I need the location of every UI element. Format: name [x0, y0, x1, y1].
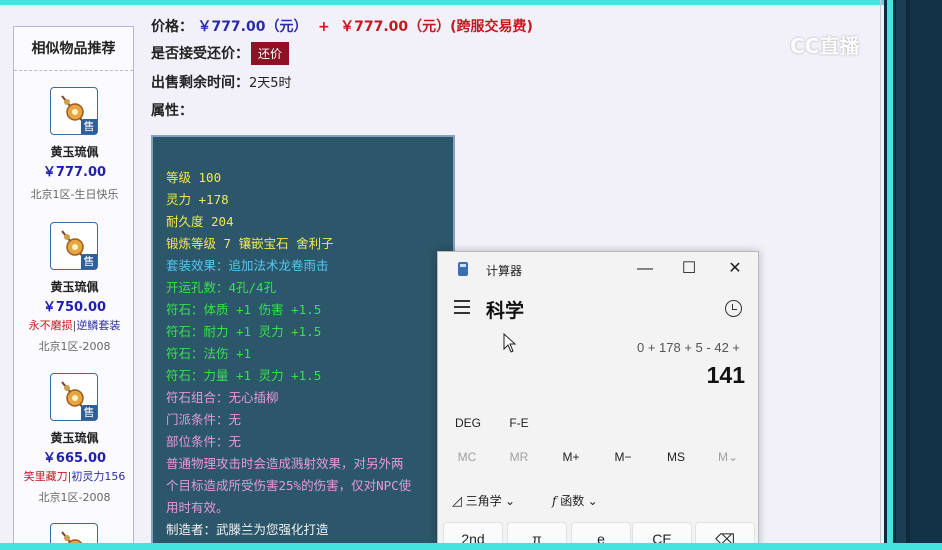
attribute-line: 开运孔数：4孔/4孔 — [166, 280, 277, 295]
sell-tag: 售 — [81, 119, 97, 134]
calculator-mode: 科学 — [486, 301, 525, 322]
calculator-result: 141 — [706, 362, 745, 388]
price-label: 价格： — [151, 19, 193, 35]
chevron-down-icon: ⌄ — [584, 494, 598, 508]
item-attributes-panel: 等级 100 灵力 +178 耐久度 204 锻炼等级 7 镶嵌宝石 舍利子 套装效果：… — [151, 135, 455, 545]
calculator-window[interactable]: 计算器 — ☐ ✕ 科学 0 + 178 + 5 - 42 + 141 DEG … — [437, 251, 759, 550]
menu-icon[interactable] — [454, 300, 470, 314]
bargain-button[interactable]: 还价 — [251, 42, 290, 65]
attribute-lines: 等级 100 灵力 +178 耐久度 204 锻炼等级 7 镶嵌宝石 舍利子 套装效果：… — [166, 167, 453, 543]
item-price: ￥750.00 — [42, 300, 107, 315]
item-tag: 逆鳞套装 — [76, 319, 121, 332]
calculator-expression: 0 + 178 + 5 - 42 + — [637, 340, 740, 355]
item-tag: 初灵力156 — [71, 470, 126, 483]
pendant-icon[interactable]: 售 — [50, 222, 98, 270]
cross-server-fee: ￥777.00（元）(跨服交易费) — [340, 19, 533, 35]
item-price: ￥777.00 — [42, 165, 107, 180]
sell-tag: 售 — [81, 405, 97, 420]
item-name[interactable]: 黄玉琉佩 — [14, 278, 135, 295]
close-icon[interactable]: ✕ — [720, 257, 750, 281]
item-tags: 永不磨损|逆鳞套装 — [28, 319, 121, 332]
trig-label: 三角学 — [465, 494, 502, 508]
item-name[interactable]: 黄玉琉佩 — [14, 429, 135, 446]
attribute-line: 用时有效。 — [166, 500, 229, 515]
triangle-icon: ◿ — [452, 493, 466, 508]
memory-subtract-button[interactable]: M− — [603, 450, 643, 464]
calculator-app-icon — [458, 262, 468, 276]
trig-dropdown[interactable]: ◿ 三角学 ⌄ — [452, 492, 515, 509]
attribute-line: 灵力 +178 — [166, 192, 229, 207]
memory-store-button[interactable]: MS — [656, 450, 696, 464]
chevron-down-icon: ⌄ — [501, 494, 516, 508]
attribute-line: 个目标造成所受伤害25%的伤害，仅对NPC使 — [166, 478, 412, 493]
item-server: 北京1区-2008 — [38, 491, 111, 504]
time-row: 出售剩余时间：2天5时 — [151, 72, 292, 92]
attribute-line: 符石：体质 +1 伤害 +1.5 — [166, 302, 322, 317]
price-value: ￥777.00（元） — [197, 19, 308, 35]
item-tag: 笑里藏刀 — [23, 470, 68, 483]
item-name[interactable]: 黄玉琉佩 — [14, 143, 135, 160]
memory-recall-button[interactable]: MR — [499, 450, 539, 464]
sell-tag: 售 — [81, 254, 97, 269]
item-tags: 笑里藏刀|初灵力156 — [23, 470, 126, 483]
bargain-row: 是否接受还价： 还价 — [151, 42, 290, 65]
attribute-line: 符石：法伤 +1 — [166, 346, 252, 361]
item-price: ￥665.00 — [42, 451, 107, 466]
cursor-icon — [503, 333, 517, 353]
memory-list-button[interactable]: M⌄ — [708, 450, 748, 464]
attribute-line: 锻炼等级 7 镶嵌宝石 舍利子 — [166, 236, 334, 251]
attribute-line: 符石组合：无心插柳 — [166, 390, 279, 405]
item-server: 北京1区-2008 — [38, 340, 111, 353]
item-server: 北京1区-生日快乐 — [30, 188, 119, 201]
bargain-label: 是否接受还价： — [151, 46, 249, 62]
right-panel — [884, 0, 942, 550]
price-plus: + — [317, 19, 330, 35]
attribute-line: 部位条件：无 — [166, 434, 242, 449]
maximize-icon[interactable]: ☐ — [674, 257, 704, 281]
memory-clear-button[interactable]: MC — [447, 450, 487, 464]
item-tag: 永不磨损 — [28, 319, 73, 332]
minimize-icon[interactable]: — — [630, 257, 660, 281]
calculator-title: 计算器 — [486, 264, 523, 278]
attribute-line: 符石：耐力 +1 灵力 +1.5 — [166, 324, 322, 339]
watermark-logo: CC直播 — [790, 34, 860, 58]
attribute-line: 套装效果：追加法术龙卷雨击 — [166, 258, 329, 273]
attr-label: 属性： — [151, 103, 193, 119]
attribute-line: 耐久度 204 — [166, 214, 234, 229]
pendant-icon[interactable]: 售 — [50, 373, 98, 421]
history-icon[interactable] — [725, 300, 742, 317]
function-dropdown[interactable]: f 函数 ⌄ — [552, 492, 598, 509]
similar-items-sidebar: 相似物品推荐 售 黄玉琉佩 ￥777.00 北京1区-生日快乐 售 黄玉琉佩 ￥… — [13, 26, 134, 550]
attribute-line: 普通物理攻击时会造成溅射效果，对另外两 — [166, 456, 404, 471]
attribute-line: 符石：力量 +1 灵力 +1.5 — [166, 368, 322, 383]
attribute-line: 等级 100 — [166, 170, 222, 185]
time-value: 2天5时 — [249, 76, 292, 91]
fe-button[interactable]: F-E — [499, 416, 539, 430]
deg-button[interactable]: DEG — [448, 416, 488, 430]
top-border — [0, 0, 942, 5]
function-label: 函数 — [560, 494, 585, 508]
sidebar-title: 相似物品推荐 — [14, 27, 133, 71]
attribute-line: 制造者：武滕兰为您强化打造 — [166, 522, 329, 537]
memory-add-button[interactable]: M+ — [551, 450, 591, 464]
page-divider — [880, 0, 881, 550]
time-label: 出售剩余时间： — [151, 75, 249, 91]
attribute-line: 门派条件：无 — [166, 412, 242, 427]
price-row: 价格： ￥777.00（元） + ￥777.00（元）(跨服交易费) — [151, 16, 533, 36]
bottom-border — [0, 543, 942, 550]
attr-row: 属性： — [151, 100, 193, 120]
pendant-icon[interactable]: 售 — [50, 87, 98, 135]
